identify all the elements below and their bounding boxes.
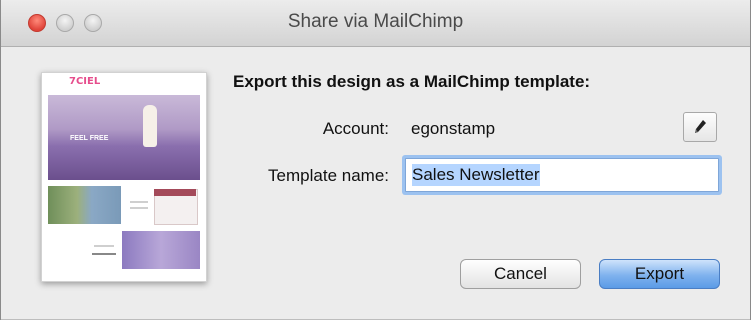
- preview-section-image: [122, 231, 200, 269]
- cancel-button[interactable]: Cancel: [460, 259, 581, 289]
- pencil-icon: [695, 120, 706, 133]
- account-value: egonstamp: [411, 119, 496, 138]
- preview-text-line: [130, 207, 148, 209]
- preview-text-line: [92, 253, 116, 255]
- title-bar[interactable]: Share via MailChimp: [1, 0, 750, 47]
- preview-hero-image: FEEL FREE: [48, 95, 200, 180]
- edit-account-button[interactable]: [683, 112, 717, 142]
- template-name-value: Sales Newsletter: [412, 164, 540, 186]
- export-button[interactable]: Export: [599, 259, 720, 289]
- account-label: Account:: [322, 119, 389, 138]
- preview-text-line: [94, 245, 114, 247]
- template-name-input[interactable]: Sales Newsletter: [405, 158, 719, 192]
- preview-calendar-header: [154, 189, 196, 196]
- preview-hero-text: FEEL FREE: [70, 135, 109, 142]
- preview-section-image: [48, 186, 121, 224]
- share-dialog-window: Share via MailChimp 7CIEL FEEL FREE Expo…: [0, 0, 751, 320]
- preview-logo: 7CIEL: [69, 76, 101, 87]
- preview-header: 7CIEL: [42, 73, 206, 95]
- preview-text-line: [130, 201, 148, 203]
- template-name-label: Template name:: [268, 166, 389, 185]
- preview-hero-figure: [143, 105, 157, 147]
- dialog-heading: Export this design as a MailChimp templa…: [233, 72, 591, 91]
- design-preview-thumbnail: 7CIEL FEEL FREE: [41, 72, 207, 282]
- window-title: Share via MailChimp: [287, 11, 464, 32]
